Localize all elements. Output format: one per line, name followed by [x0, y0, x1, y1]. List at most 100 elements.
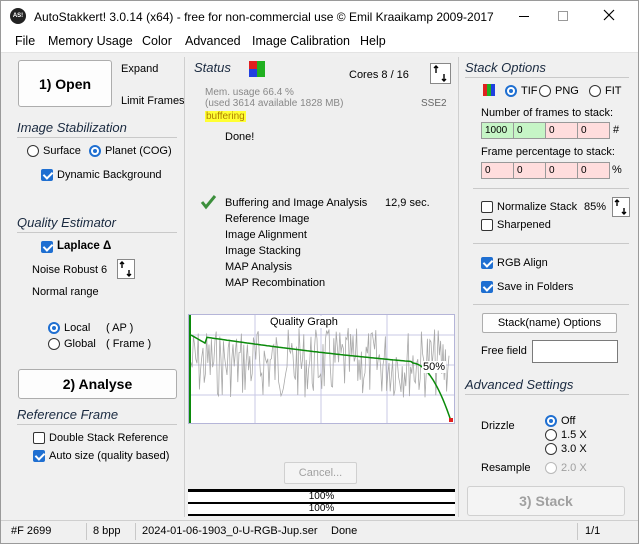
sse-readout: SSE2: [421, 98, 447, 109]
normalize-stack-checkbox[interactable]: [481, 201, 493, 213]
quality-estimator-heading: Quality Estimator: [17, 215, 116, 230]
laplace-checkbox[interactable]: [41, 241, 53, 253]
up-down-arrows-icon: [614, 199, 627, 215]
frames-field-4[interactable]: 0: [577, 122, 610, 139]
minimize-icon: [519, 16, 529, 17]
dynamic-background-checkbox[interactable]: [41, 169, 53, 181]
resample-2x-radio[interactable]: [545, 462, 557, 474]
page-indicator: 1/1: [585, 525, 601, 537]
menu-file[interactable]: File: [15, 34, 35, 48]
frames-field-2[interactable]: 0: [513, 122, 546, 139]
sharpened-checkbox[interactable]: [481, 219, 493, 231]
divider: [465, 77, 629, 78]
advanced-settings-heading: Advanced Settings: [465, 377, 574, 392]
window-title: AutoStakkert! 3.0.14 (x64) - free for no…: [34, 10, 494, 24]
percent-unit: %: [612, 164, 622, 176]
image-stabilization-heading: Image Stabilization: [17, 120, 127, 135]
panel-separator: [458, 57, 459, 517]
menu-image-calibration[interactable]: Image Calibration: [252, 34, 350, 48]
double-stack-reference-checkbox[interactable]: [33, 432, 45, 444]
cancel-button[interactable]: Cancel...: [284, 462, 357, 484]
menu-help[interactable]: Help: [360, 34, 386, 48]
global-label: Global: [64, 338, 96, 350]
status-heading: Status: [194, 60, 231, 75]
free-field-input[interactable]: [532, 340, 618, 363]
expand-link[interactable]: Expand: [121, 63, 158, 75]
maximize-button[interactable]: [554, 8, 574, 24]
minimize-button[interactable]: [509, 8, 539, 24]
limit-frames-link[interactable]: Limit Frames: [121, 95, 185, 107]
status-bar: #F 2699 8 bpp 2024-01-06-1903_0-U-RGB-Ju…: [1, 520, 638, 543]
frames-to-stack-label: Number of frames to stack:: [481, 107, 614, 119]
menu-memory-usage[interactable]: Memory Usage: [48, 34, 133, 48]
normalize-stack-value: 85%: [584, 201, 607, 213]
sharpened-label: Sharpened: [497, 219, 551, 231]
memory-usage-readout: Mem. usage 66.4 %: [205, 87, 294, 98]
format-png-label: PNG: [555, 85, 579, 97]
format-tif-label: TIF: [521, 85, 538, 97]
divider: [473, 243, 629, 244]
analyse-button[interactable]: 2) Analyse: [18, 369, 177, 399]
save-in-folders-label: Save in Folders: [497, 281, 574, 293]
step-map-analysis: MAP Analysis: [225, 261, 293, 273]
step-buffering: Buffering and Image Analysis: [225, 197, 368, 209]
divider: [17, 424, 177, 425]
step-reference-image: Reference Image: [225, 213, 310, 225]
local-radio[interactable]: [48, 322, 60, 334]
divider: [473, 188, 629, 189]
percent-field-2[interactable]: 0: [513, 162, 546, 179]
rgb-align-label: RGB Align: [497, 257, 548, 269]
noise-robust-value: 6: [101, 264, 108, 276]
format-png-radio[interactable]: [539, 85, 551, 97]
drizzle-off-radio[interactable]: [545, 415, 557, 427]
divider: [465, 394, 629, 395]
stack-options-heading: Stack Options: [465, 60, 546, 75]
auto-size-label: Auto size (quality based): [49, 450, 170, 462]
drizzle-3x-radio[interactable]: [545, 443, 557, 455]
surface-radio[interactable]: [27, 145, 39, 157]
panel-separator: [184, 57, 185, 517]
global-radio[interactable]: [48, 338, 60, 350]
maximize-icon: [558, 11, 568, 21]
surface-label: Surface: [43, 145, 81, 157]
normalize-spinner[interactable]: [612, 197, 630, 217]
format-tif-radio[interactable]: [505, 85, 517, 97]
quality-graph-title: Quality Graph: [268, 316, 340, 328]
stack-button[interactable]: 3) Stack: [467, 486, 625, 516]
drizzle-label: Drizzle: [481, 420, 515, 432]
planet-label: Planet (COG): [105, 145, 172, 157]
rgb-align-checkbox[interactable]: [481, 257, 493, 269]
free-field-label: Free field: [481, 345, 527, 357]
normal-range-label: Normal range: [32, 286, 99, 298]
quality-graph-percent: 50%: [422, 361, 447, 373]
local-ap-label: ( AP ): [106, 322, 134, 334]
format-fit-label: FIT: [605, 85, 622, 97]
resample-2x-label: 2.0 X: [561, 462, 587, 474]
percent-field-3[interactable]: 0: [545, 162, 578, 179]
menu-color[interactable]: Color: [142, 34, 172, 48]
frames-field-3[interactable]: 0: [545, 122, 578, 139]
format-fit-radio[interactable]: [589, 85, 601, 97]
progress-bar-2: 100%: [188, 504, 455, 514]
bit-depth: 8 bpp: [93, 525, 121, 537]
global-frame-label: ( Frame ): [106, 338, 152, 350]
auto-size-checkbox[interactable]: [33, 450, 45, 462]
planet-radio[interactable]: [89, 145, 101, 157]
title-bar: AS! AutoStakkert! 3.0.14 (x64) - free fo…: [1, 1, 638, 31]
menu-advanced[interactable]: Advanced: [185, 34, 241, 48]
close-button[interactable]: [599, 5, 619, 25]
step-image-alignment: Image Alignment: [225, 229, 307, 241]
drizzle-1-5x-radio[interactable]: [545, 429, 557, 441]
percent-field-1[interactable]: 0: [481, 162, 514, 179]
open-button[interactable]: 1) Open: [18, 60, 112, 107]
cores-spinner[interactable]: [430, 63, 451, 84]
noise-robust-spinner[interactable]: [117, 259, 135, 279]
reference-frame-heading: Reference Frame: [17, 407, 119, 422]
step-map-recombination: MAP Recombination: [225, 277, 326, 289]
quality-graph-plot: [189, 315, 454, 423]
stack-name-options-button[interactable]: Stack(name) Options: [482, 313, 617, 333]
percent-field-4[interactable]: 0: [577, 162, 610, 179]
menu-bar: File Memory Usage Color Advanced Image C…: [1, 31, 638, 53]
frames-field-1[interactable]: 1000: [481, 122, 514, 139]
save-in-folders-checkbox[interactable]: [481, 281, 493, 293]
